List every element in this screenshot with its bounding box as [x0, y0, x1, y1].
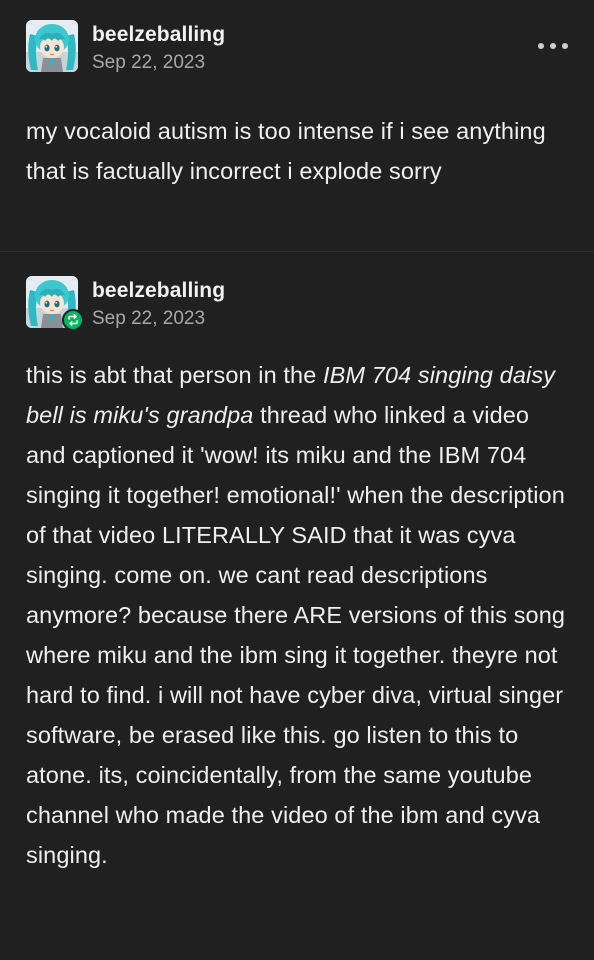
post-date[interactable]: Sep 22, 2023 [92, 52, 205, 74]
post-body-suffix: thread who linked a video and captioned … [26, 402, 566, 868]
post-original: beelzeballing Sep 22, 2023 my vocaloid a… [0, 0, 594, 252]
username[interactable]: beelzeballing [92, 279, 225, 303]
username[interactable]: beelzeballing [92, 23, 225, 47]
ellipsis-icon [562, 43, 568, 49]
more-options-button[interactable] [538, 38, 568, 54]
ellipsis-icon [550, 43, 556, 49]
reblog-icon [68, 314, 78, 326]
avatar-image [26, 20, 78, 72]
ellipsis-icon [538, 43, 544, 49]
reblog-badge [62, 309, 84, 331]
post-body: my vocaloid autism is too intense if i s… [26, 118, 546, 184]
post-body-prefix: this is abt that person in the [26, 362, 324, 388]
avatar[interactable] [26, 20, 78, 72]
post-reblog: beelzeballing Sep 22, 2023 this is abt t… [0, 252, 594, 959]
post-body: this is abt that person in the IBM 704 s… [26, 355, 568, 875]
post-date[interactable]: Sep 22, 2023 [92, 308, 205, 330]
